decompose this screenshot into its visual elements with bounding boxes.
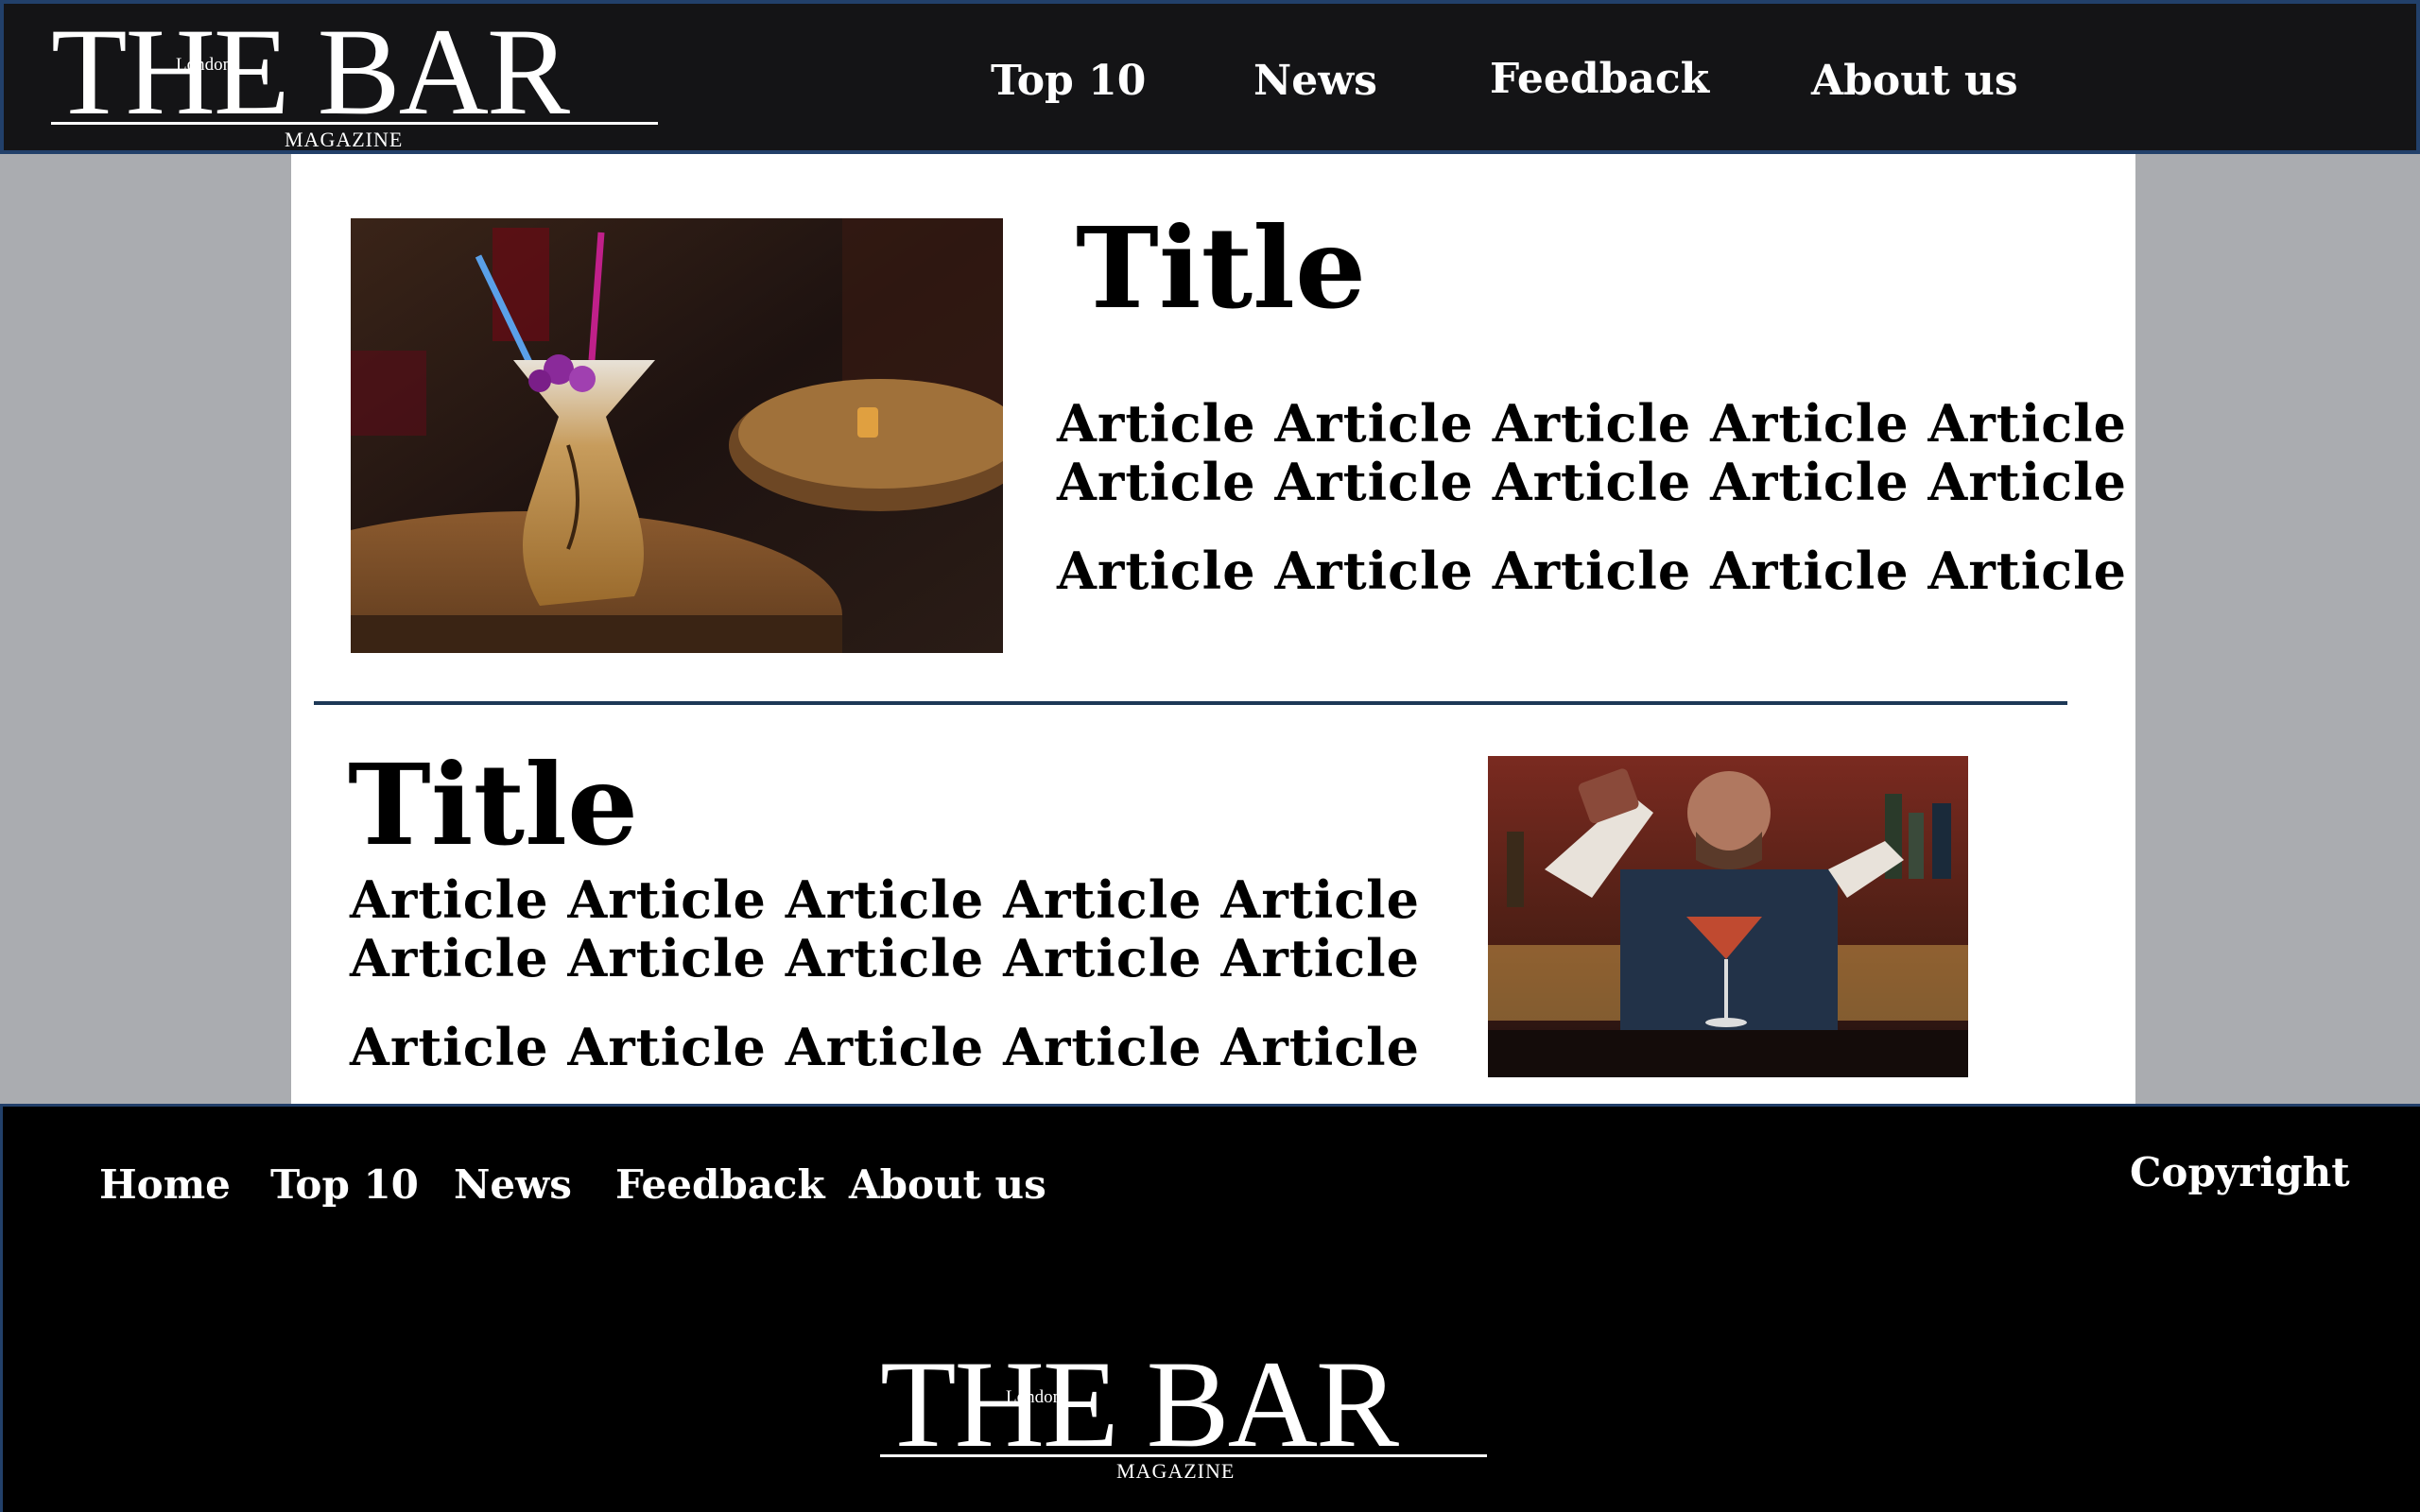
article-2-image[interactable] bbox=[1488, 756, 1968, 1077]
nav-top10[interactable]: Top 10 bbox=[991, 57, 1146, 105]
nav-feedback[interactable]: Feedback bbox=[1490, 55, 1709, 103]
bartender-photo bbox=[1488, 756, 1968, 1077]
site-header: THE BAR London MAGAZINE Top 10 News Feed… bbox=[0, 0, 2420, 154]
logo-subtitle: MAGAZINE bbox=[285, 128, 404, 151]
logo-underline bbox=[51, 122, 658, 125]
main-content: Title Article Article Article Article Ar… bbox=[291, 154, 2135, 1104]
logo-subtitle: MAGAZINE bbox=[1116, 1459, 1236, 1483]
site-footer: Home Top 10 News Feedback About us Copyr… bbox=[0, 1104, 2420, 1512]
footer-nav-home[interactable]: Home bbox=[99, 1161, 231, 1208]
article-1-image[interactable] bbox=[351, 218, 1003, 653]
article-2-title[interactable]: Title bbox=[348, 749, 638, 861]
article-1-text-line: Article Article Article Article Article bbox=[1057, 452, 2127, 512]
footer-nav-top10[interactable]: Top 10 bbox=[270, 1161, 419, 1208]
nav-about-us[interactable]: About us bbox=[1811, 57, 2018, 105]
footer-nav-news[interactable]: News bbox=[454, 1161, 572, 1208]
footer-nav-about-us[interactable]: About us bbox=[849, 1161, 1046, 1208]
article-2-text-line: Article Article Article Article Article bbox=[350, 928, 1420, 988]
logo-wordmark: THE BAR bbox=[51, 2, 570, 141]
article-2-text-line: Article Article Article Article Article bbox=[350, 869, 1420, 930]
site-logo[interactable]: THE BAR London MAGAZINE bbox=[51, 9, 666, 151]
footer-nav-feedback[interactable]: Feedback bbox=[615, 1161, 825, 1208]
logo-city-label: London bbox=[176, 55, 233, 75]
article-1-text-line: Article Article Article Article Article bbox=[1057, 541, 2127, 601]
article-2-text-line: Article Article Article Article Article bbox=[350, 1017, 1420, 1077]
copyright-text: Copyright bbox=[2130, 1149, 2350, 1195]
article-1-text-line: Article Article Article Article Article bbox=[1057, 393, 2127, 454]
cocktail-photo bbox=[351, 218, 1003, 653]
article-divider bbox=[314, 701, 2067, 705]
logo-wordmark: THE BAR bbox=[880, 1334, 1399, 1473]
article-1-title[interactable]: Title bbox=[1076, 213, 1366, 324]
logo-city-label: London bbox=[1006, 1387, 1063, 1407]
footer-logo[interactable]: THE BAR London MAGAZINE bbox=[880, 1342, 1495, 1484]
logo-underline bbox=[880, 1454, 1487, 1457]
nav-news[interactable]: News bbox=[1253, 57, 1377, 105]
